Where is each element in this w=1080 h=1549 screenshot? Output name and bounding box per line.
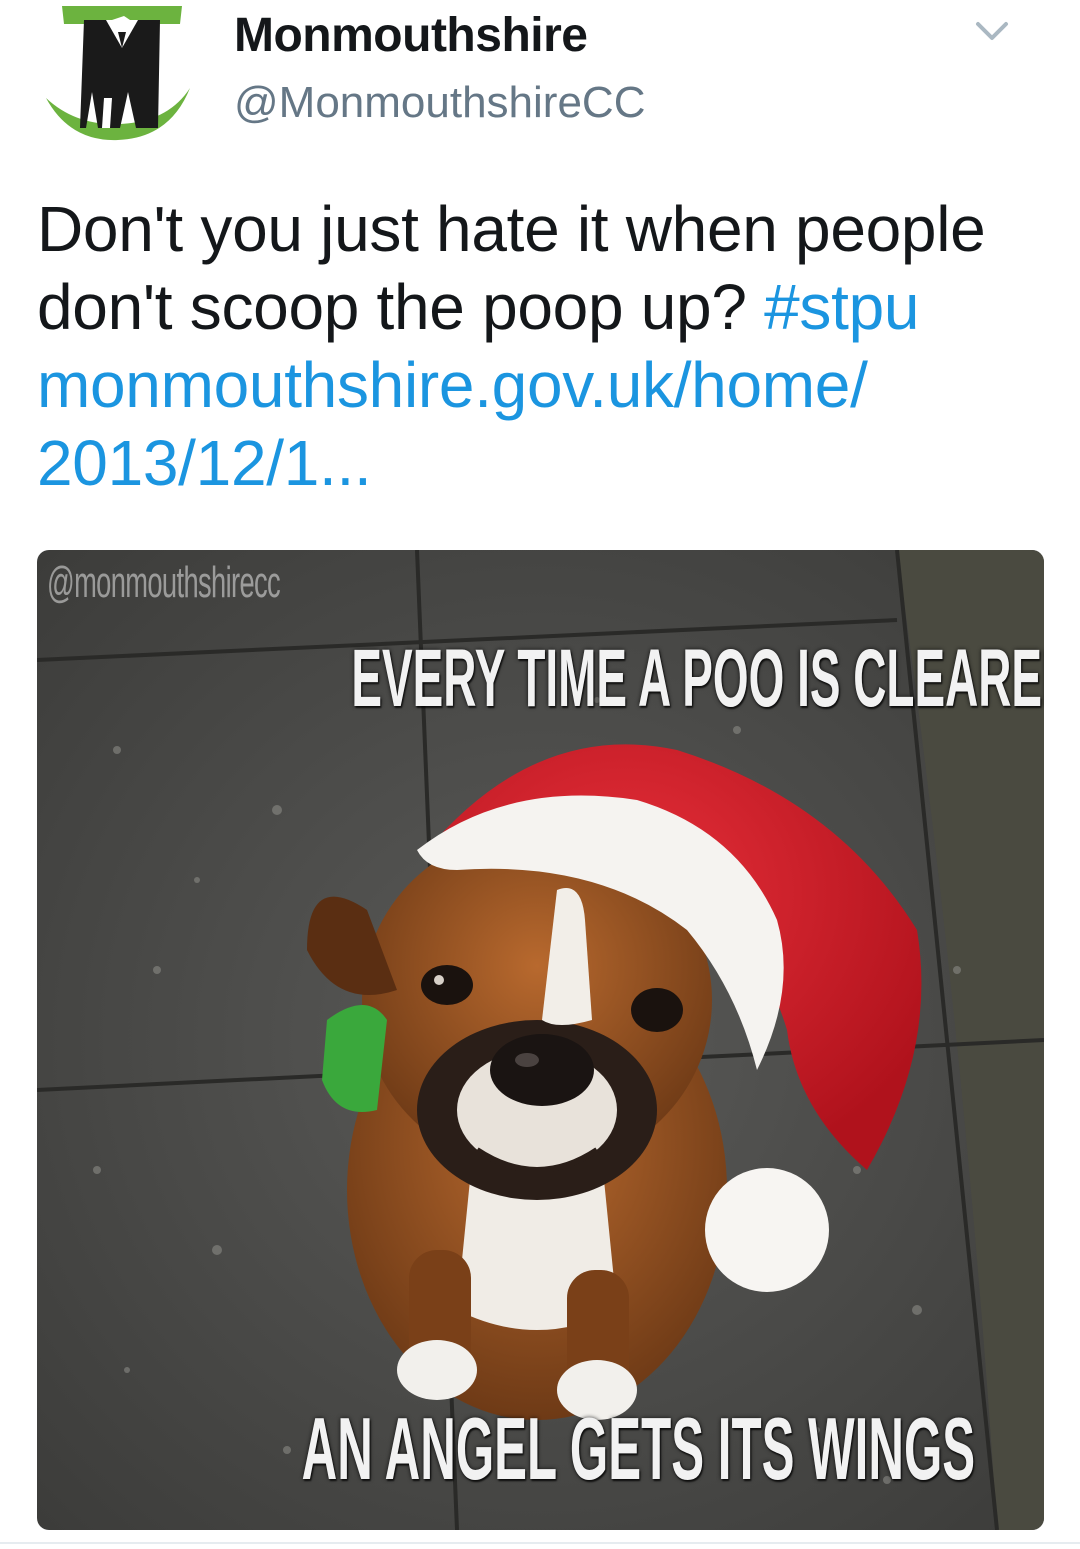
- account-handle[interactable]: @MonmouthshireCC: [234, 78, 645, 128]
- avatar[interactable]: [40, 2, 192, 142]
- meme-bottom-caption-text: AN ANGEL GETS ITS WINGS: [301, 1399, 976, 1498]
- url-link-line2[interactable]: 2013/12/1...: [37, 427, 372, 499]
- meme-top-caption-text: EVERY TIME A POO IS CLEARED UP: [351, 633, 1044, 724]
- image-watermark: @monmouthshirecc: [47, 558, 281, 607]
- tweet-media-image[interactable]: @monmouthshirecc EVERY TIME A POO IS CLE…: [37, 550, 1044, 1530]
- divider: [0, 1542, 1080, 1544]
- tweet-text: Don't you just hate it when people don't…: [37, 190, 1047, 502]
- meme-bottom-caption: AN ANGEL GETS ITS WINGS: [37, 1398, 1044, 1500]
- tweet-card: Monmouthshire @MonmouthshireCC Don't you…: [0, 0, 1080, 1549]
- url-link-line1[interactable]: monmouthshire.gov.uk/home/: [37, 349, 868, 421]
- monmouthshire-logo-icon: [46, 6, 190, 141]
- chevron-down-icon[interactable]: [972, 16, 1012, 46]
- hashtag-link[interactable]: #stpu: [764, 271, 919, 343]
- meme-top-caption: EVERY TIME A POO IS CLEARED UP: [37, 632, 1044, 726]
- display-name[interactable]: Monmouthshire: [234, 8, 588, 63]
